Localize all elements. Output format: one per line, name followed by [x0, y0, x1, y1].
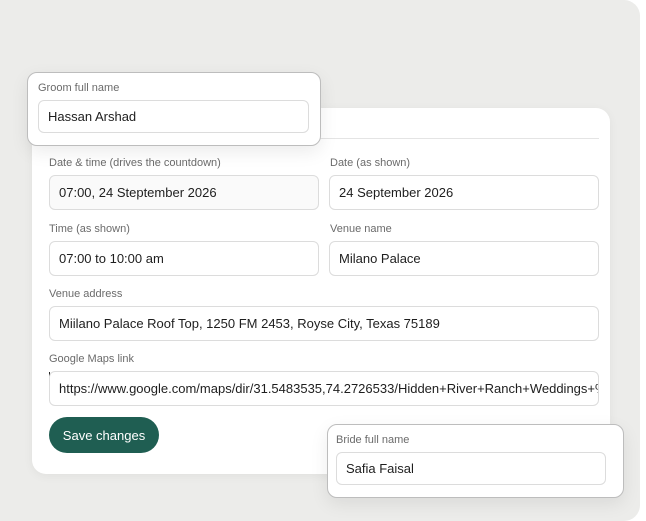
maps-link-label: Google Maps link: [49, 353, 134, 365]
groom-name-input[interactable]: Hassan Arshad: [38, 100, 309, 133]
divider: [320, 138, 599, 139]
time-shown-input[interactable]: 07:00 to 10:00 am: [49, 241, 319, 276]
date-shown-input[interactable]: 24 September 2026: [329, 175, 599, 210]
bride-name-card: Bride full name Safia Faisal: [327, 424, 624, 498]
bride-name-input[interactable]: Safia Faisal: [336, 452, 606, 485]
venue-address-label: Venue address: [49, 288, 123, 300]
save-changes-button[interactable]: Save changes: [49, 417, 159, 453]
datetime-label: Date & time (drives the countdown): [49, 157, 221, 169]
groom-name-label: Groom full name: [38, 82, 120, 94]
bride-name-label: Bride full name: [336, 434, 410, 446]
datetime-input[interactable]: 07:00, 24 Steptember 2026: [49, 175, 319, 210]
date-shown-label: Date (as shown): [330, 157, 411, 169]
venue-name-input[interactable]: Milano Palace: [329, 241, 599, 276]
groom-name-card: Groom full name Hassan Arshad: [27, 72, 321, 146]
venue-name-label: Venue name: [330, 223, 392, 235]
venue-address-input[interactable]: Miilano Palace Roof Top, 1250 FM 2453, R…: [49, 306, 599, 341]
time-shown-label: Time (as shown): [49, 223, 130, 235]
maps-link-input[interactable]: https://www.google.com/maps/dir/31.54835…: [49, 371, 599, 406]
